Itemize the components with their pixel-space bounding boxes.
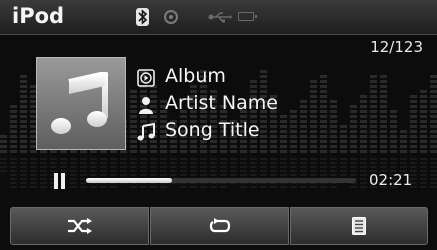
repeat-icon [209, 218, 230, 233]
elapsed-time: 02:21 [369, 171, 413, 189]
battery-icon [238, 12, 257, 21]
pause-icon [54, 173, 58, 189]
album-art [36, 57, 126, 150]
pause-button[interactable] [53, 173, 67, 189]
disc-icon [164, 10, 178, 24]
ipod-screen: iPod 12/123 Album Artist Name Song Title… [0, 0, 437, 250]
bluetooth-icon [136, 8, 149, 26]
music-note-icon [51, 72, 108, 134]
repeat-button[interactable] [150, 207, 289, 245]
app-title: iPod [12, 4, 65, 28]
album-name: Album [165, 65, 226, 87]
album-icon [137, 69, 155, 87]
shuffle-icon [67, 218, 92, 234]
list-button[interactable] [290, 207, 428, 245]
song-title: Song Title [165, 119, 260, 141]
shuffle-button[interactable] [10, 207, 149, 245]
usb-icon [208, 12, 232, 23]
control-bar [10, 207, 428, 245]
progress-bar[interactable] [86, 178, 356, 183]
status-bar: iPod [0, 0, 437, 35]
list-icon [352, 217, 366, 235]
artist-name: Artist Name [165, 92, 278, 114]
song-icon [137, 123, 155, 141]
track-counter: 12/123 [370, 38, 423, 56]
progress-fill [86, 178, 172, 183]
artist-icon [139, 97, 153, 114]
